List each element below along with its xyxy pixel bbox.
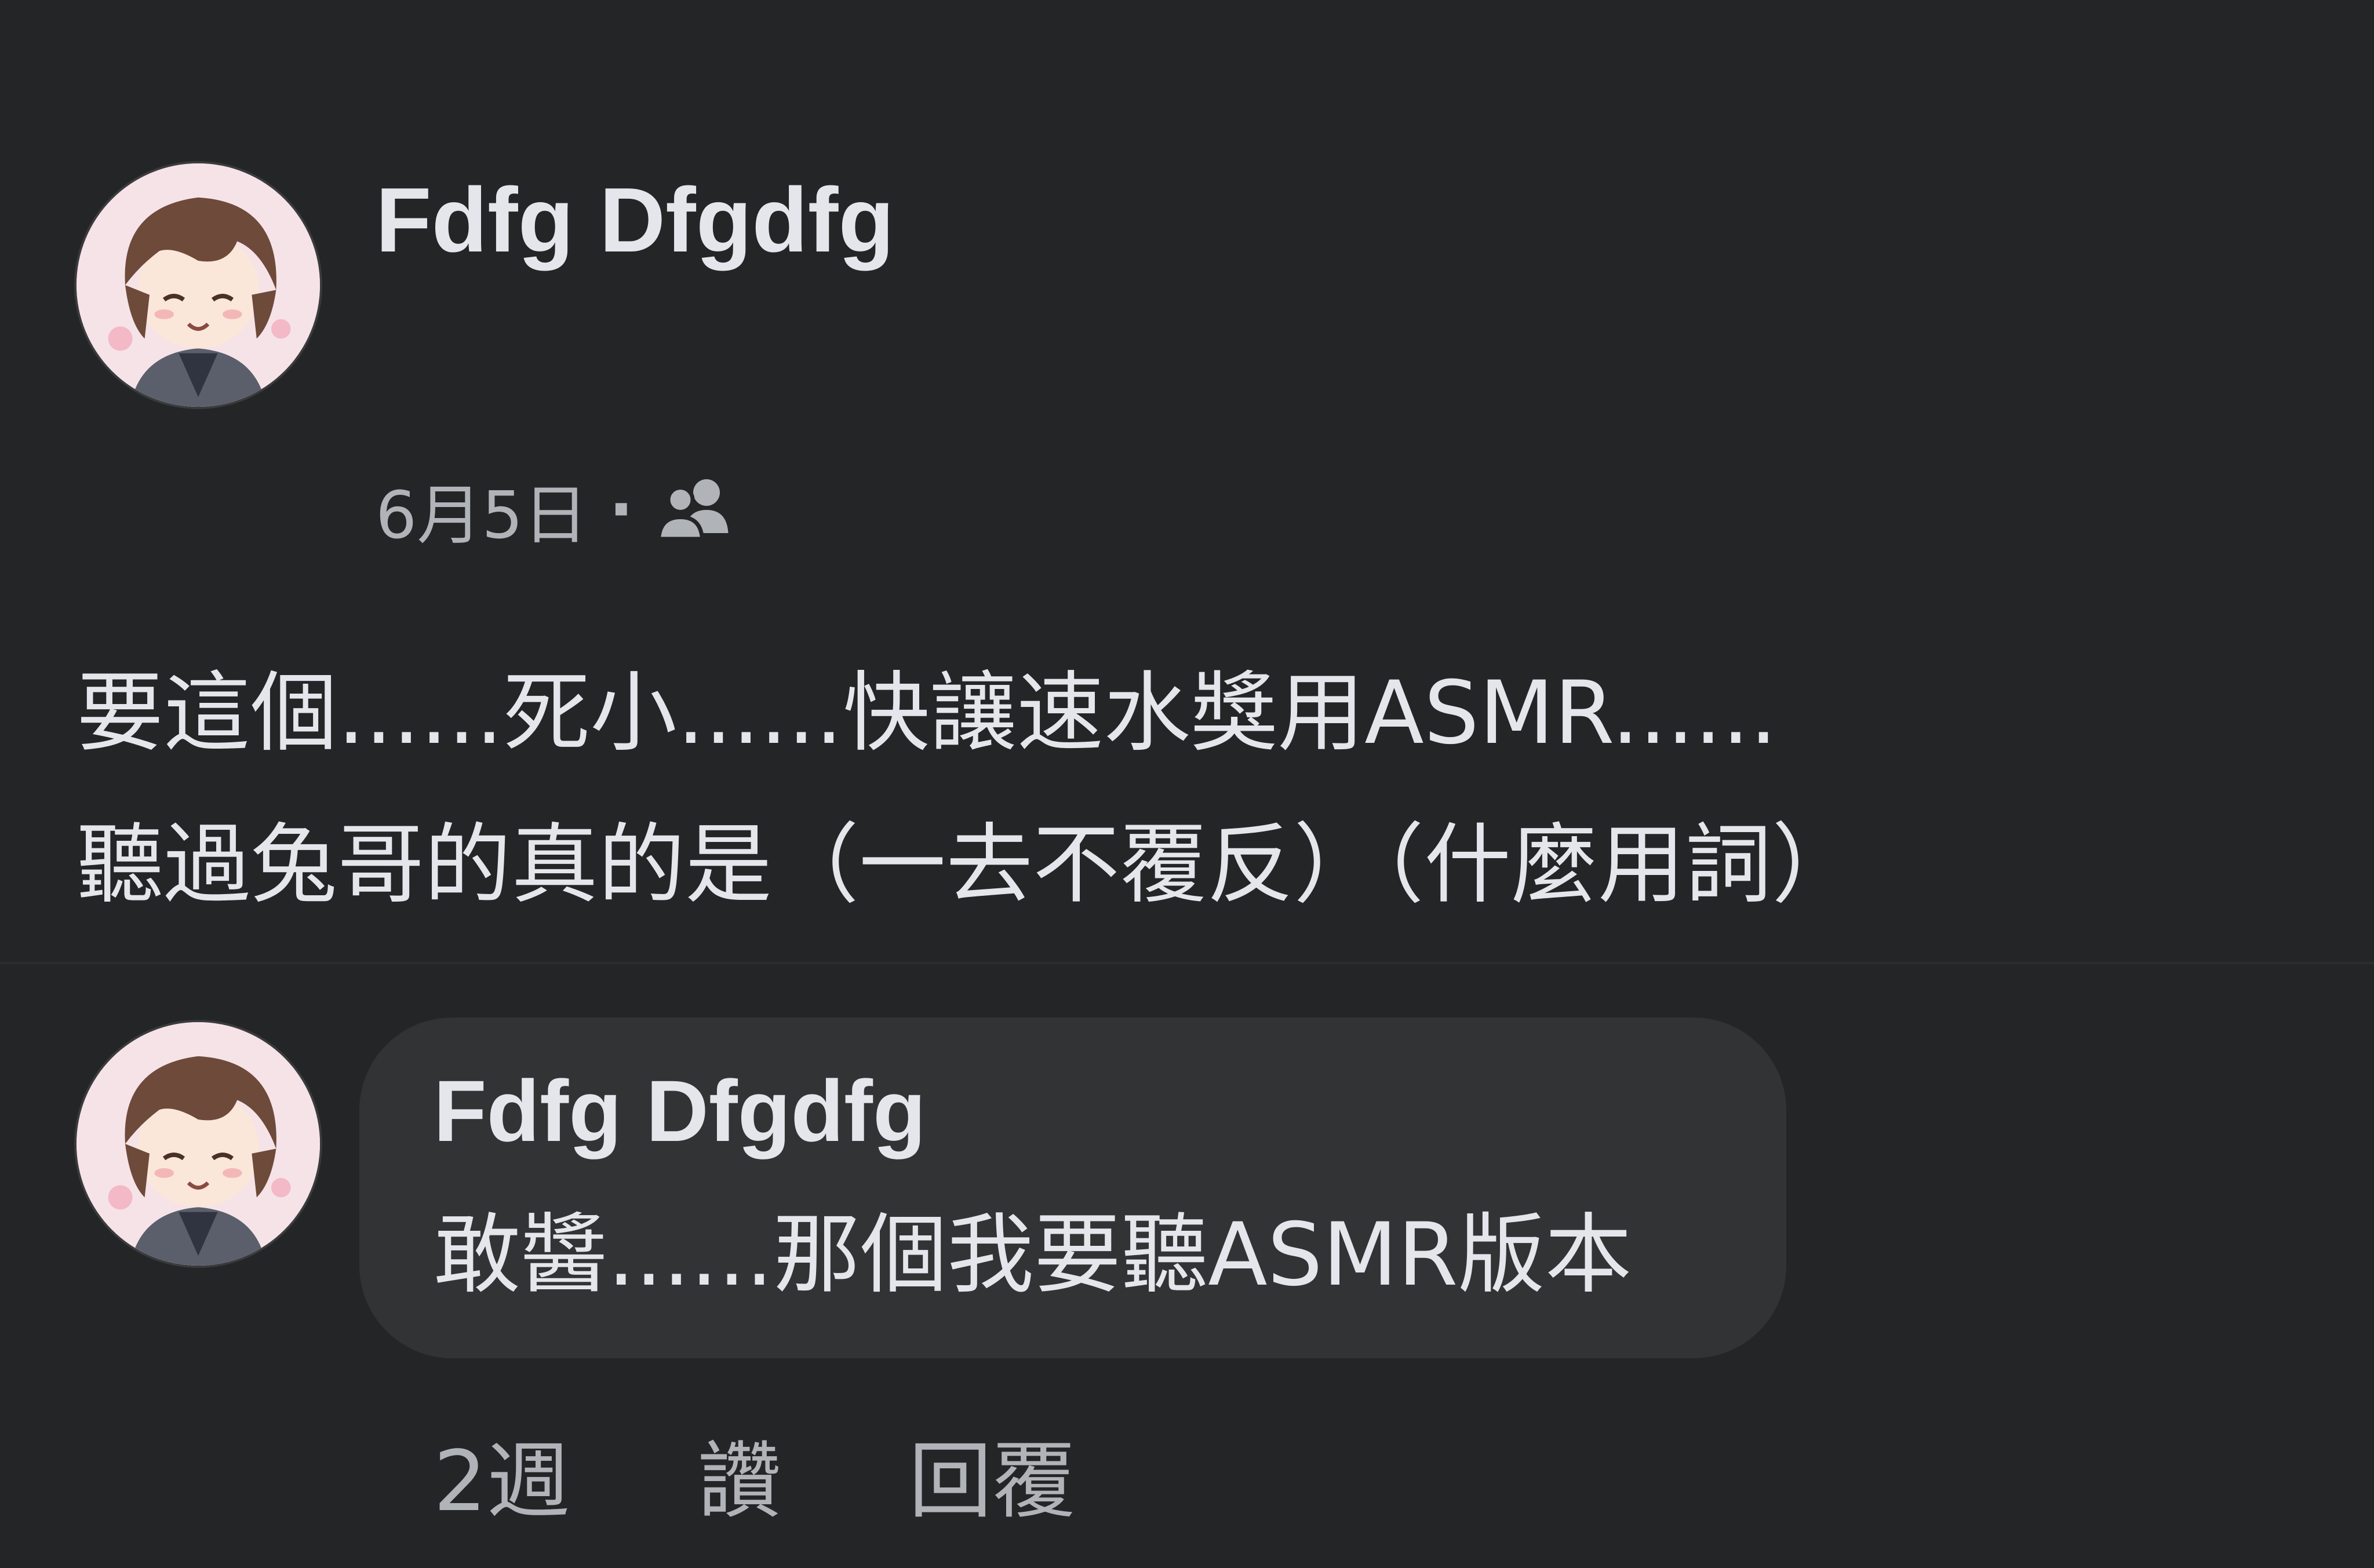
- avatar-illustration: [77, 1022, 320, 1266]
- section-divider: [0, 962, 2374, 964]
- post-date[interactable]: 6月5日: [376, 463, 588, 557]
- post-body-line: 聽過兔哥的真的是（一去不覆反）（什麼用詞）: [77, 815, 1859, 916]
- comment-bubble[interactable]: Fdfg Dfgdfg 敢醬......那個我要聽ASMR版本: [359, 1018, 1786, 1358]
- reply-button[interactable]: 回覆: [909, 1414, 1076, 1534]
- like-button[interactable]: 讚: [698, 1414, 781, 1534]
- post: Fdfg Dfgdfg 6月5日 · 要這個......死小......快讓速水…: [0, 0, 2374, 962]
- post-body-line: 要這個......死小......快讓速水獎用ASMR......: [77, 663, 1778, 764]
- comment-author-name[interactable]: Fdfg Dfgdfg: [434, 1056, 926, 1166]
- author-avatar[interactable]: [77, 163, 320, 407]
- comment-timestamp[interactable]: 2週: [434, 1414, 570, 1534]
- post-meta: 6月5日 ·: [376, 464, 735, 556]
- comment-author-avatar[interactable]: [77, 1022, 320, 1266]
- friends-icon[interactable]: [654, 475, 735, 545]
- comment-thread-page: Fdfg Dfgdfg 6月5日 · 要這個......死小......快讓速水…: [0, 0, 2374, 1568]
- comment-text: 敢醬......那個我要聽ASMR版本: [434, 1205, 1632, 1306]
- avatar-illustration: [77, 163, 320, 407]
- comment-actions: 2週 讚 回覆: [434, 1414, 1076, 1534]
- post-author-name[interactable]: Fdfg Dfgdfg: [376, 162, 894, 278]
- post-body: 要這個......死小......快讓速水獎用ASMR...... 聽過兔哥的真…: [77, 637, 2314, 941]
- meta-separator: ·: [609, 472, 634, 548]
